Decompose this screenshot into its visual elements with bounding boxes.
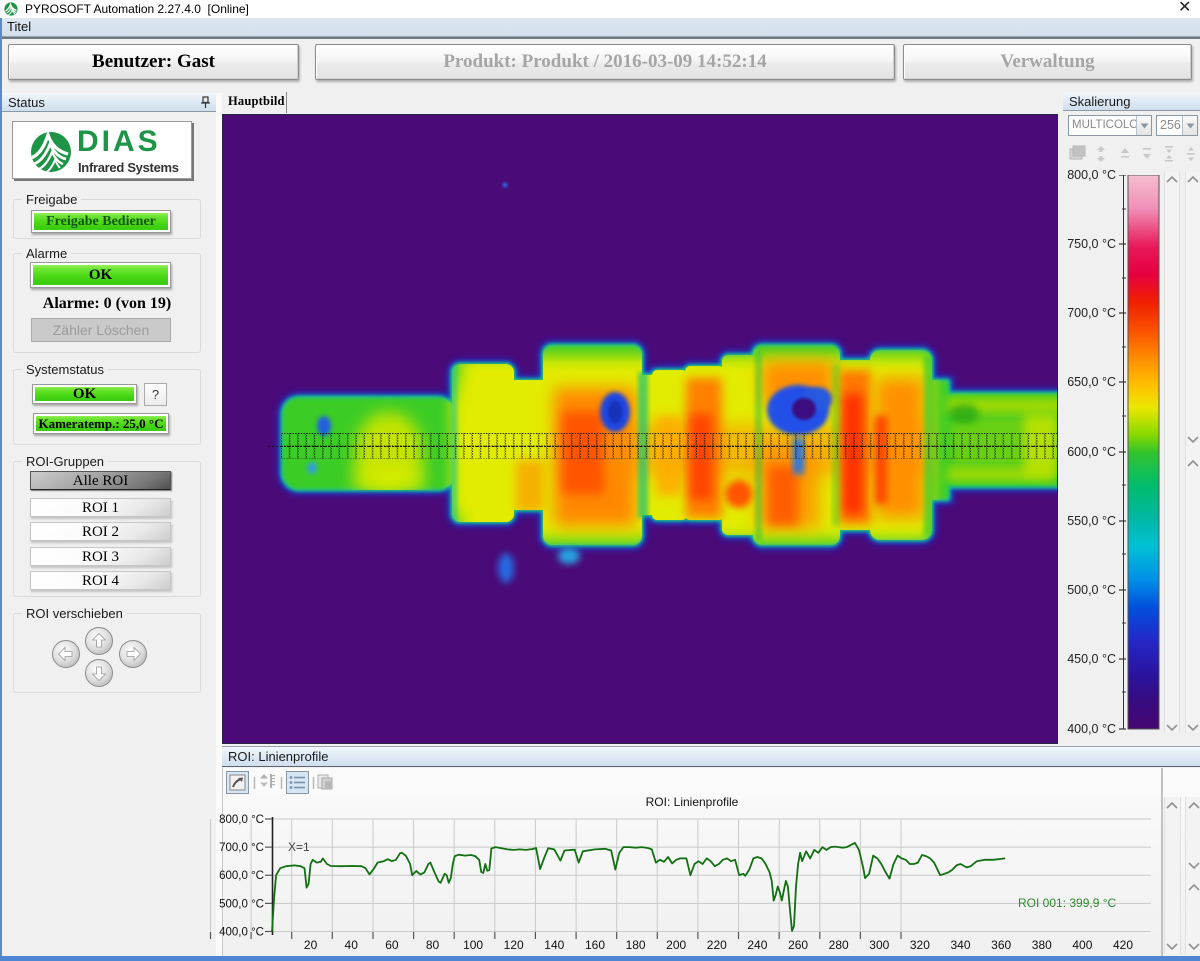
svg-text:240: 240 [747, 938, 767, 952]
svg-text:20: 20 [304, 938, 318, 952]
svg-text:120: 120 [504, 938, 524, 952]
svg-text:300: 300 [869, 938, 889, 952]
svg-text:360: 360 [991, 938, 1011, 952]
svg-text:260: 260 [788, 938, 808, 952]
svg-text:320: 320 [910, 938, 930, 952]
svg-text:280: 280 [829, 938, 849, 952]
svg-text:800,0 °C: 800,0 °C [219, 814, 264, 826]
svg-text:400,0 °C: 400,0 °C [219, 927, 264, 939]
svg-text:600,0 °C: 600,0 °C [219, 870, 264, 882]
svg-text:700,0 °C: 700,0 °C [219, 842, 264, 854]
svg-text:400: 400 [1072, 938, 1092, 952]
svg-text:420: 420 [1113, 938, 1133, 952]
svg-text:380: 380 [1032, 938, 1052, 952]
svg-text:180: 180 [626, 938, 646, 952]
svg-text:ROI 001: 399,9 °C: ROI 001: 399,9 °C [1018, 896, 1117, 910]
svg-text:ROI: Linienprofile: ROI: Linienprofile [646, 795, 739, 809]
svg-text:40: 40 [345, 938, 359, 952]
svg-text:160: 160 [585, 938, 605, 952]
svg-text:X=1: X=1 [288, 840, 310, 854]
svg-text:200: 200 [666, 938, 686, 952]
svg-text:60: 60 [385, 938, 399, 952]
svg-text:140: 140 [544, 938, 564, 952]
svg-text:500,0 °C: 500,0 °C [219, 898, 264, 910]
svg-text:100: 100 [463, 938, 483, 952]
svg-text:220: 220 [707, 938, 727, 952]
svg-text:340: 340 [950, 938, 970, 952]
svg-text:80: 80 [426, 938, 440, 952]
